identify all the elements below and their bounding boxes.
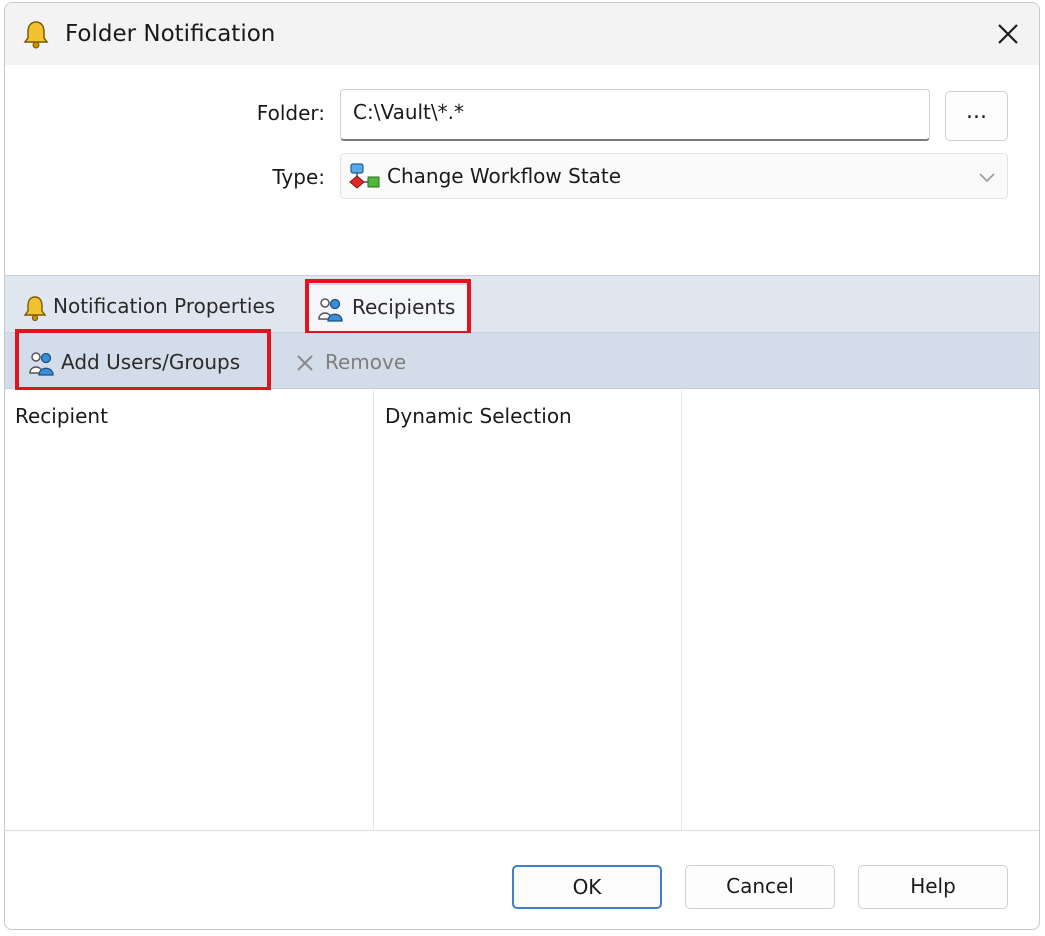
tab-strip: Notification Properties Recipients xyxy=(5,275,1039,333)
browse-button[interactable]: ... xyxy=(945,91,1008,141)
tab-notification-properties[interactable]: Notification Properties xyxy=(21,284,291,332)
folder-label: Folder: xyxy=(256,101,325,125)
dialog-title: Folder Notification xyxy=(65,21,276,47)
column-header-dynamic-selection[interactable]: Dynamic Selection xyxy=(385,402,572,430)
column-header-recipient[interactable]: Recipient xyxy=(15,402,108,430)
bell-icon xyxy=(23,21,49,49)
add-users-groups-label: Add Users/Groups xyxy=(61,350,241,374)
tab-label: Notification Properties xyxy=(53,294,276,318)
add-users-groups-button[interactable]: Add Users/Groups xyxy=(27,343,267,381)
workflow-state-icon xyxy=(349,163,380,189)
folder-input[interactable] xyxy=(340,89,930,141)
users-icon xyxy=(29,352,54,376)
column-separator xyxy=(681,390,682,830)
folder-notification-dialog: Folder Notification Folder: ... Type: Ch… xyxy=(4,2,1040,930)
users-icon xyxy=(318,298,343,322)
tab-recipients[interactable]: Recipients xyxy=(307,284,469,333)
recipients-list[interactable]: Recipient Dynamic Selection xyxy=(5,390,1039,830)
type-label: Type: xyxy=(272,165,325,189)
remove-button[interactable]: Remove xyxy=(291,343,431,381)
title-bar: Folder Notification xyxy=(5,3,1039,65)
ok-button[interactable]: OK xyxy=(512,865,662,909)
recipients-toolbar: Add Users/Groups Remove xyxy=(5,333,1039,389)
close-icon[interactable] xyxy=(991,17,1025,51)
chevron-down-icon xyxy=(979,173,995,183)
column-separator xyxy=(373,390,374,830)
tab-label: Recipients xyxy=(352,295,456,319)
list-divider xyxy=(5,830,1039,831)
remove-label: Remove xyxy=(325,350,407,374)
help-button[interactable]: Help xyxy=(858,865,1008,909)
type-value: Change Workflow State xyxy=(387,164,622,188)
bell-icon xyxy=(23,296,47,322)
cancel-button[interactable]: Cancel xyxy=(685,865,835,909)
type-dropdown[interactable]: Change Workflow State xyxy=(340,153,1008,199)
close-icon xyxy=(297,355,313,371)
